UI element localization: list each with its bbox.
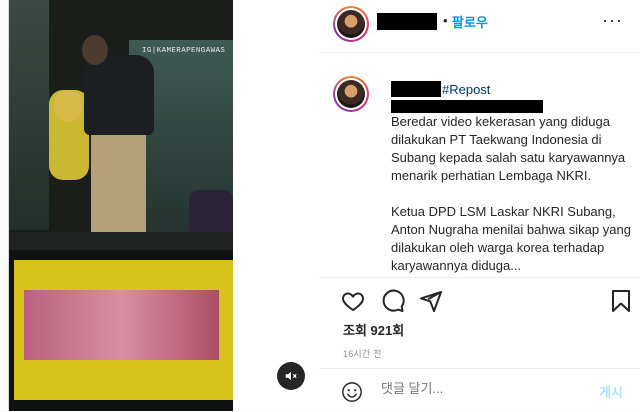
follow-button[interactable]: 팔로우 (452, 12, 488, 31)
action-bar (319, 280, 640, 320)
caption-text: Beredar video kekerasan yang diduga dila… (391, 114, 631, 273)
comment-bar: 게시 (319, 368, 640, 412)
video-watermark: IG|KAMERAPENGAWAS (142, 47, 226, 55)
caption-author-avatar[interactable] (333, 76, 369, 112)
post-comment-button[interactable]: 게시 (599, 382, 623, 401)
views-number: 921회 (370, 323, 405, 338)
view-count[interactable]: 조회 921회 (343, 320, 404, 339)
repost-hashtag[interactable]: #Repost (442, 82, 490, 97)
mute-button[interactable] (277, 362, 305, 390)
redacted-caption-username[interactable] (391, 81, 441, 97)
separator-dot: • (443, 13, 448, 28)
redacted-username[interactable] (377, 13, 437, 30)
views-label: 조회 (343, 323, 367, 338)
post-timestamp[interactable]: 16시간 전 (343, 347, 382, 360)
redacted-credit (391, 100, 543, 113)
heart-icon[interactable] (341, 289, 365, 313)
paper-plane-icon[interactable] (419, 289, 443, 313)
ellipsis-icon[interactable]: ··· (602, 10, 623, 31)
comment-icon[interactable] (381, 289, 405, 313)
post-video[interactable]: IG|KAMERAPENGAWAS (9, 0, 233, 411)
author-avatar[interactable] (333, 6, 369, 42)
bookmark-icon[interactable] (609, 289, 633, 313)
comment-input[interactable] (381, 381, 561, 396)
smiley-icon[interactable] (341, 381, 363, 403)
post-header: • 팔로우 ··· (319, 0, 640, 53)
post-container: IG|KAMERAPENGAWAS • 팔로우 ··· #Repost Bere… (8, 0, 640, 411)
speaker-muted-icon (285, 371, 297, 381)
video-frame (9, 0, 233, 411)
post-side-panel: • 팔로우 ··· #Repost Beredar video kekerasa… (319, 0, 640, 411)
post-caption: #Repost Beredar video kekerasan yang did… (319, 53, 640, 278)
